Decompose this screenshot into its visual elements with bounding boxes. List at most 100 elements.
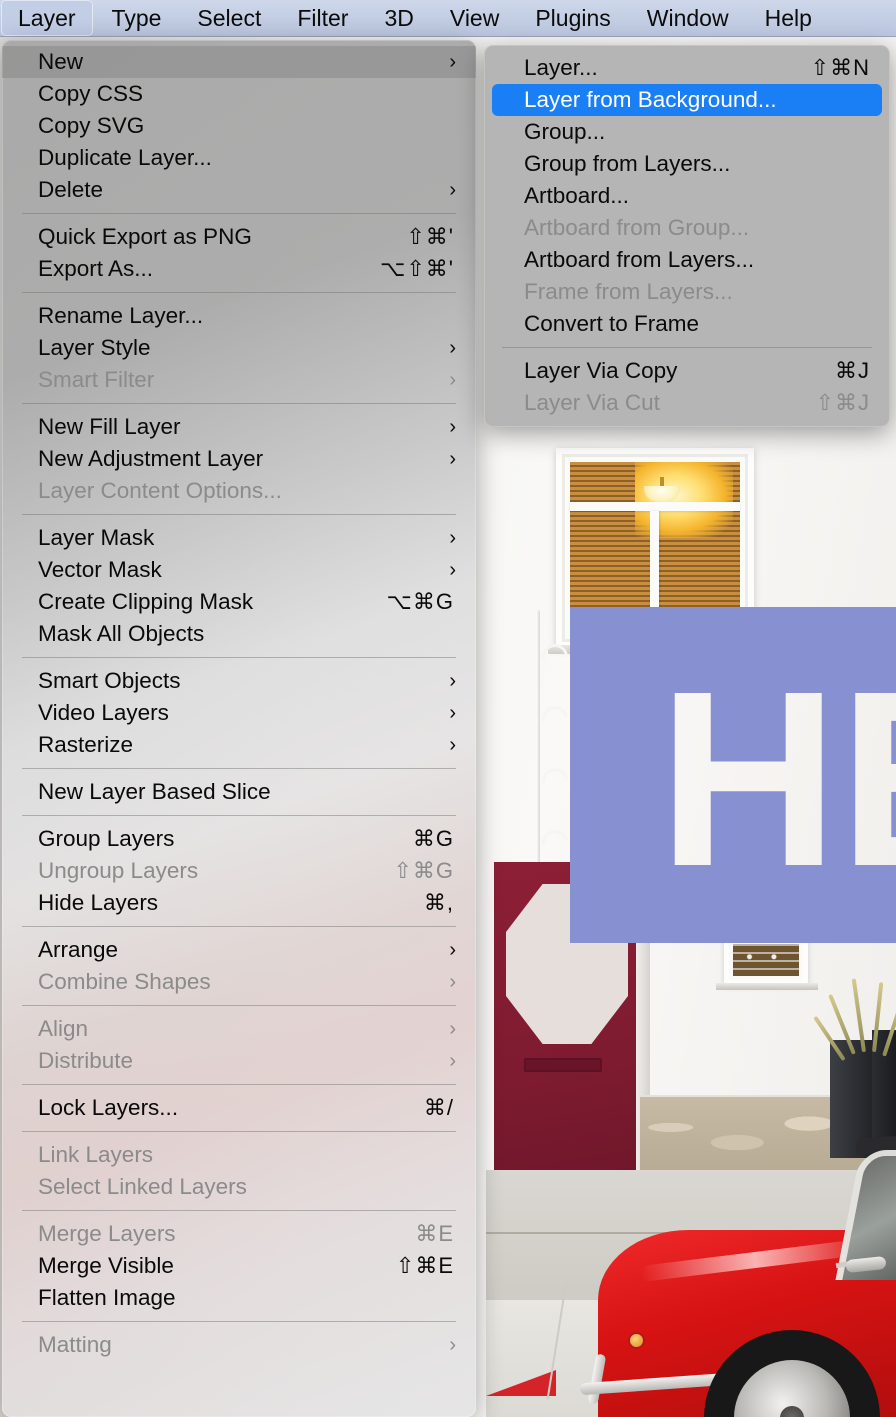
chevron-right-icon: › (449, 447, 456, 470)
chevron-right-icon: › (449, 1049, 456, 1072)
window-lower-glass (733, 944, 799, 976)
chevron-right-icon: › (449, 50, 456, 73)
menu-item-label: New Fill Layer (38, 414, 181, 439)
menu-separator (22, 514, 456, 515)
chevron-right-icon: › (449, 733, 456, 756)
menu-item-label: Smart Filter (38, 367, 155, 392)
menu-item-shortcut: ⌘E (415, 1221, 454, 1246)
menu-item-duplicate-layer[interactable]: Duplicate Layer... (2, 142, 476, 174)
submenu-item-artboard[interactable]: Artboard... (484, 180, 890, 212)
menu-item-new-layer-based-slice[interactable]: New Layer Based Slice (2, 776, 476, 808)
menu-item-create-clipping-mask[interactable]: Create Clipping Mask ⌥⌘G (2, 586, 476, 618)
menu-item-export-as[interactable]: Export As... ⌥⇧⌘' (2, 253, 476, 285)
menu-item-rename-layer[interactable]: Rename Layer... (2, 300, 476, 332)
submenu-item-label: Convert to Frame (524, 311, 700, 336)
menu-separator (22, 1084, 456, 1085)
menu-item-video-layers[interactable]: Video Layers › (2, 697, 476, 729)
window-sill-lower (716, 983, 818, 990)
chevron-right-icon: › (449, 178, 456, 201)
menu-item-label: Link Layers (38, 1142, 154, 1167)
window-grille (733, 944, 799, 976)
menu-item-label: New Layer Based Slice (38, 779, 271, 804)
menu-item-shortcut: ⇧⌘' (406, 224, 454, 249)
door-mail-slot (524, 1058, 602, 1072)
menu-item-label: Smart Objects (38, 668, 181, 693)
menubar-item-view[interactable]: View (433, 0, 516, 36)
new-submenu[interactable]: Layer... ⇧⌘N Layer from Background... Group… (484, 45, 890, 427)
menu-item-delete[interactable]: Delete › (2, 174, 476, 206)
menu-item-matting: Matting › (2, 1329, 476, 1361)
submenu-item-shortcut: ⇧⌘N (810, 55, 870, 80)
menu-item-quick-export-as-png[interactable]: Quick Export as PNG ⇧⌘' (2, 221, 476, 253)
layer-dropdown-menu[interactable]: New › Copy CSS Copy SVG Duplicate Layer... De… (2, 40, 476, 1417)
submenu-item-label: Artboard from Group... (524, 215, 750, 240)
menu-separator (22, 403, 456, 404)
chevron-right-icon: › (449, 938, 456, 961)
menu-item-label: Merge Visible (38, 1253, 174, 1278)
menu-item-label: Copy CSS (38, 81, 144, 106)
menu-item-label: Export As... (38, 256, 154, 281)
menubar-item-3d[interactable]: 3D (367, 0, 430, 36)
menu-item-layer-style[interactable]: Layer Style › (2, 332, 476, 364)
menu-item-label: Flatten Image (38, 1285, 176, 1310)
menu-item-hide-layers[interactable]: Hide Layers ⌘, (2, 887, 476, 919)
menu-item-label: Quick Export as PNG (38, 224, 252, 249)
chevron-right-icon: › (449, 669, 456, 692)
menubar-item-help[interactable]: Help (748, 0, 829, 36)
menu-item-new-fill-layer[interactable]: New Fill Layer › (2, 411, 476, 443)
menu-item-layer-content-options: Layer Content Options... (2, 475, 476, 507)
menu-item-smart-filter: Smart Filter › (2, 364, 476, 396)
menu-item-vector-mask[interactable]: Vector Mask › (2, 554, 476, 586)
submenu-item-label: Frame from Layers... (524, 279, 733, 304)
submenu-item-artboard-from-layers[interactable]: Artboard from Layers... (484, 244, 890, 276)
menu-item-copy-css[interactable]: Copy CSS (2, 78, 476, 110)
menu-item-label: Matting (38, 1332, 112, 1357)
menu-item-mask-all-objects[interactable]: Mask All Objects (2, 618, 476, 650)
menu-item-label: Create Clipping Mask (38, 589, 254, 614)
menubar-item-plugins[interactable]: Plugins (518, 0, 627, 36)
menu-item-arrange[interactable]: Arrange › (2, 934, 476, 966)
submenu-item-label: Group from Layers... (524, 151, 731, 176)
menu-item-rasterize[interactable]: Rasterize › (2, 729, 476, 761)
submenu-item-layer-via-copy[interactable]: Layer Via Copy ⌘J (484, 355, 890, 387)
submenu-item-label: Layer Via Copy (524, 358, 678, 383)
menu-item-shortcut: ⌥⇧⌘' (380, 256, 454, 281)
submenu-item-label: Artboard... (524, 183, 630, 208)
menubar-item-select[interactable]: Select (180, 0, 278, 36)
menu-item-layer-mask[interactable]: Layer Mask › (2, 522, 476, 554)
menu-item-smart-objects[interactable]: Smart Objects › (2, 665, 476, 697)
submenu-item-label: Layer... (524, 55, 598, 80)
submenu-item-convert-to-frame[interactable]: Convert to Frame (484, 308, 890, 340)
submenu-item-layer-from-background[interactable]: Layer from Background... (492, 84, 882, 116)
menu-item-link-layers: Link Layers (2, 1139, 476, 1171)
menu-bar[interactable]: Layer Type Select Filter 3D View Plugins Window… (0, 0, 896, 37)
menu-separator (22, 926, 456, 927)
menu-item-label: Video Layers (38, 700, 169, 725)
menu-item-label: Hide Layers (38, 890, 159, 915)
menu-item-lock-layers[interactable]: Lock Layers... ⌘/ (2, 1092, 476, 1124)
submenu-separator (502, 347, 872, 348)
menubar-item-window[interactable]: Window (630, 0, 746, 36)
menubar-item-layer[interactable]: Layer (1, 0, 93, 36)
menu-item-new[interactable]: New › (2, 46, 476, 78)
railing-scroll (536, 638, 574, 676)
submenu-item-layer[interactable]: Layer... ⇧⌘N (484, 52, 890, 84)
submenu-item-group-from-layers[interactable]: Group from Layers... (484, 148, 890, 180)
car-hubcap (734, 1360, 850, 1417)
menu-item-copy-svg[interactable]: Copy SVG (2, 110, 476, 142)
submenu-item-shortcut: ⌘J (835, 358, 870, 383)
submenu-item-label: Layer Via Cut (524, 390, 660, 415)
menu-item-label: Vector Mask (38, 557, 162, 582)
chevron-right-icon: › (449, 558, 456, 581)
menubar-item-type[interactable]: Type (95, 0, 179, 36)
menu-item-group-layers[interactable]: Group Layers ⌘G (2, 823, 476, 855)
menu-item-merge-visible[interactable]: Merge Visible ⇧⌘E (2, 1250, 476, 1282)
submenu-item-frame-from-layers: Frame from Layers... (484, 276, 890, 308)
menubar-item-filter[interactable]: Filter (280, 0, 365, 36)
menu-item-label: Rasterize (38, 732, 134, 757)
menu-item-merge-layers: Merge Layers ⌘E (2, 1218, 476, 1250)
menu-item-new-adjustment-layer[interactable]: New Adjustment Layer › (2, 443, 476, 475)
submenu-item-group[interactable]: Group... (484, 116, 890, 148)
menu-separator (22, 657, 456, 658)
menu-item-flatten-image[interactable]: Flatten Image (2, 1282, 476, 1314)
